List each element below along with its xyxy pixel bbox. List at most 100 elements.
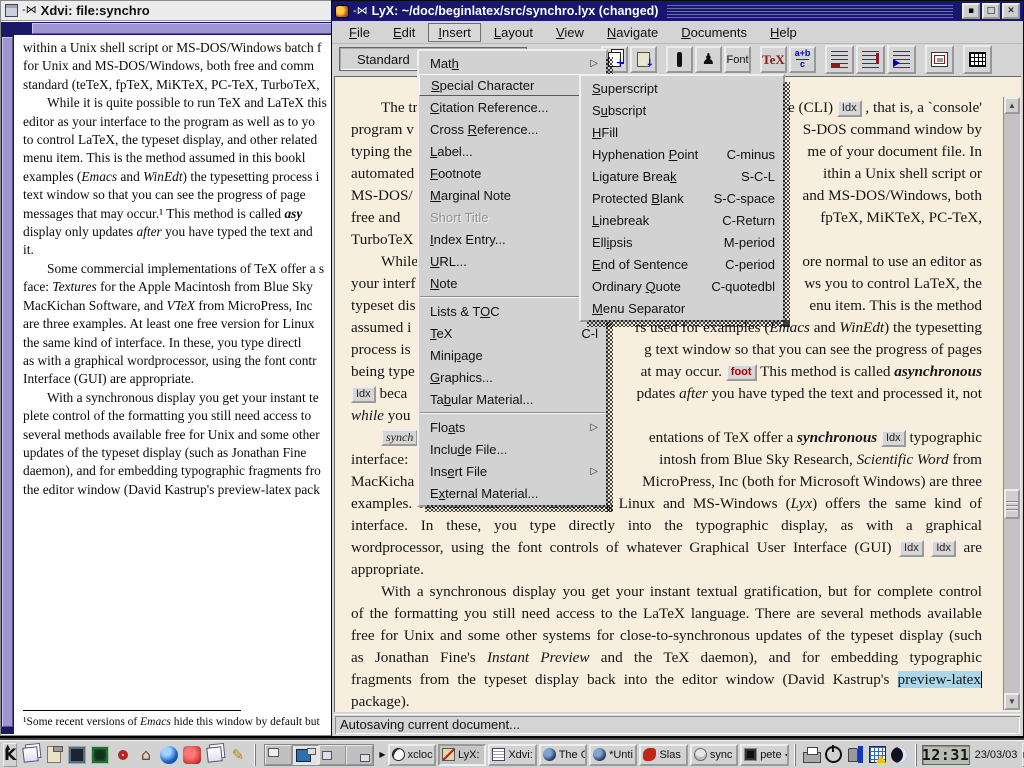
pager-desktop-4[interactable] <box>346 745 373 765</box>
panel-grip[interactable] <box>915 744 917 766</box>
paste-button[interactable]: ↓ <box>630 46 657 73</box>
scroll-down-arrow-icon[interactable]: ▼ <box>1004 693 1020 710</box>
menubar-help[interactable]: Help <box>760 23 807 42</box>
menubar-file[interactable]: File <box>339 23 380 42</box>
panel-grip[interactable] <box>794 744 796 766</box>
task-xcloc[interactable]: xcloc <box>388 744 436 766</box>
pager-desktop-2[interactable] <box>292 745 319 765</box>
insert-footnote-button[interactable] <box>825 45 854 74</box>
pen-launcher-button[interactable] <box>226 743 249 767</box>
menu-item-insert-file[interactable]: Insert File▷ <box>419 460 606 482</box>
insert-table-button[interactable] <box>963 45 992 74</box>
menu-item-tex[interactable]: TeXC-l <box>419 322 606 344</box>
menu-item-short-title[interactable]: Short Title <box>419 206 606 228</box>
hscroll-thumb[interactable] <box>32 23 343 34</box>
menu-item-minipage[interactable]: Minipage <box>419 344 606 366</box>
scroll-thumb[interactable] <box>1004 489 1020 519</box>
task-slas[interactable]: Slas <box>639 744 687 766</box>
menu-item-superscript[interactable]: Superscript <box>581 77 783 99</box>
help-launcher-button[interactable] <box>111 743 134 767</box>
menu-item-external-material[interactable]: External Material... <box>419 482 606 504</box>
clock[interactable]: 12:31 <box>922 745 970 765</box>
menu-item-include-file[interactable]: Include File... <box>419 438 606 460</box>
insert-margin-note-button[interactable] <box>856 45 885 74</box>
moon-tray-icon[interactable] <box>889 744 910 765</box>
home-launcher-button[interactable] <box>134 743 157 767</box>
math-mode-button[interactable]: a+bc <box>789 46 816 73</box>
printer-tray-icon[interactable] <box>801 744 822 765</box>
task-xdvi[interactable]: Xdvi: <box>488 744 536 766</box>
date[interactable]: 23/03/03 <box>972 749 1021 761</box>
menubar-navigate[interactable]: Navigate <box>597 23 668 42</box>
task-the-g[interactable]: The G <box>539 744 587 766</box>
menu-item-menu-separator[interactable]: Menu Separator <box>581 297 783 319</box>
menu-item-floats[interactable]: Floats▷ <box>419 416 606 438</box>
task-unti[interactable]: *Unti <box>589 744 637 766</box>
scroll-up-arrow-icon[interactable]: ▲ <box>1004 97 1020 114</box>
task-pete[interactable]: pete◀ <box>740 744 788 766</box>
files-launcher-button[interactable] <box>203 743 226 767</box>
xdvi-page[interactable]: within a Unix shell script or MS-DOS/Win… <box>14 35 345 734</box>
close-button[interactable]: ✕ <box>1002 3 1020 19</box>
pager-desktop-3[interactable] <box>319 745 346 765</box>
menu-item-graphics[interactable]: Graphics... <box>419 366 606 388</box>
lyx-vertical-scrollbar[interactable]: ▲ ▼ <box>1003 97 1020 710</box>
menu-item-end-of-sentence[interactable]: End of SentenceC-period <box>581 253 783 275</box>
lyx-titlebar[interactable]: -⋈ LyX: ~/doc/beginlatex/src/synchro.lyx… <box>332 1 1023 21</box>
menu-item-math[interactable]: Math▷ <box>419 52 606 74</box>
task-sync[interactable]: sync <box>690 744 738 766</box>
kde-launcher-button[interactable] <box>180 743 203 767</box>
globe-launcher-button[interactable] <box>157 743 180 767</box>
pager-desktop-1[interactable] <box>265 745 292 765</box>
menu-item-tabular-material[interactable]: Tabular Material... <box>419 388 606 410</box>
task-lyx[interactable]: LyX: <box>438 744 486 766</box>
menubar-insert[interactable]: Insert <box>428 23 481 42</box>
menu-item-protected-blank[interactable]: Protected BlankS-C-space <box>581 187 783 209</box>
menu-item-marginal-note[interactable]: Marginal Note <box>419 184 606 206</box>
plug-tray-icon[interactable] <box>845 744 866 765</box>
menu-item-cross-reference[interactable]: Cross Reference... <box>419 118 606 140</box>
menu-item-subscript[interactable]: Subscript <box>581 99 783 121</box>
xdvi-vertical-scrollbar[interactable] <box>1 22 14 734</box>
noun-style-button[interactable]: ♟ <box>695 46 722 73</box>
menubar-layout[interactable]: Layout <box>484 23 543 42</box>
menu-item-note[interactable]: Note <box>419 272 606 294</box>
power-tray-icon[interactable] <box>823 744 844 765</box>
term-launcher-button[interactable] <box>65 743 88 767</box>
menu-item-url[interactable]: URL... <box>419 250 606 272</box>
vscroll-thumb[interactable] <box>2 37 13 727</box>
menu-item-linebreak[interactable]: LinebreakC-Return <box>581 209 783 231</box>
font-button[interactable]: Font <box>724 46 751 73</box>
pin-icon[interactable]: -⋈ <box>353 6 368 17</box>
menubar-documents[interactable]: Documents <box>671 23 757 42</box>
pin-icon[interactable]: -⋈ <box>22 5 37 16</box>
menu-item-label[interactable]: Label... <box>419 140 606 162</box>
papers-launcher-button[interactable] <box>19 743 42 767</box>
xdvi-titlebar[interactable]: -⋈ Xdvi: file:synchro <box>1 1 346 21</box>
minimize-button[interactable]: ▪ <box>962 3 980 19</box>
emphasis-button[interactable] <box>666 46 693 73</box>
xdvi-horizontal-scrollbar[interactable] <box>14 22 345 35</box>
insert-figure-button[interactable] <box>925 45 954 74</box>
menu-item-citation-reference[interactable]: Citation Reference... <box>419 96 606 118</box>
menu-item-ligature-break[interactable]: Ligature BreakS-C-L <box>581 165 783 187</box>
menu-item-hfill[interactable]: HFill <box>581 121 783 143</box>
menu-item-index-entry[interactable]: Index Entry... <box>419 228 606 250</box>
cal-tray-icon[interactable] <box>867 744 888 765</box>
change-depth-button[interactable] <box>887 45 916 74</box>
menu-item-footnote[interactable]: Footnote <box>419 162 606 184</box>
menubar-edit[interactable]: Edit <box>383 23 425 42</box>
tex-mode-button[interactable]: TeX <box>760 46 787 73</box>
menu-item-hyphenation-point[interactable]: Hyphenation PointC-minus <box>581 143 783 165</box>
menu-item-lists-toc[interactable]: Lists & TOC <box>419 300 606 322</box>
menu-item-ordinary-quote[interactable]: Ordinary QuoteC-quotedbl <box>581 275 783 297</box>
k-menu-button[interactable]: K <box>3 743 17 767</box>
panel-grip[interactable] <box>254 744 256 766</box>
menu-item-ellipsis[interactable]: EllipsisM-period <box>581 231 783 253</box>
menubar-view[interactable]: View <box>546 23 594 42</box>
menu-item-special-character[interactable]: Special Character <box>419 74 606 96</box>
kons-launcher-button[interactable] <box>88 743 111 767</box>
clip-launcher-button[interactable] <box>42 743 65 767</box>
maximize-button[interactable]: □ <box>982 3 1000 19</box>
window-list-arrow-icon[interactable]: ▶ <box>379 745 385 765</box>
